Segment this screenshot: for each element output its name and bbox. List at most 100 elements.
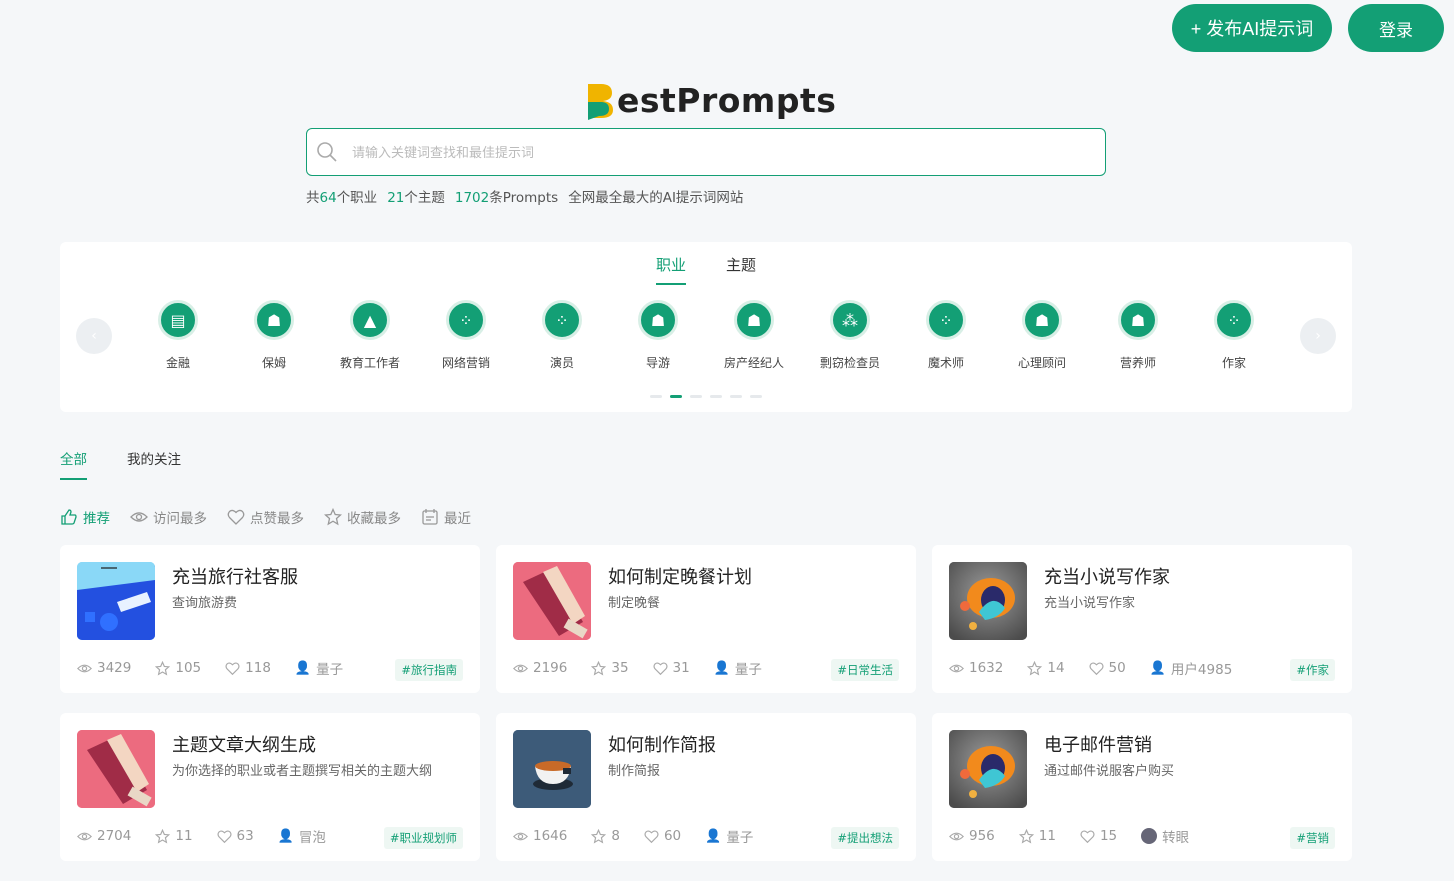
card-description: 制作简报 <box>608 764 661 779</box>
card-tag[interactable]: #旅行指南 <box>395 659 463 681</box>
views-stat: 3429 <box>77 660 131 676</box>
pagination-dot[interactable] <box>750 395 762 398</box>
pagination-dot[interactable] <box>690 395 702 398</box>
job-label: 金融 <box>165 356 190 370</box>
stars-stat[interactable]: 35 <box>591 660 629 676</box>
sort-most-visited[interactable]: 访问最多 <box>130 507 207 527</box>
stars-stat[interactable]: 105 <box>155 660 201 676</box>
site-stats: 共64个职业 21个主题 1702条Prompts 全网最全最大的AI提示词网站 <box>306 186 743 206</box>
card-tag[interactable]: #日常生活 <box>831 659 899 681</box>
thumbs-up-icon <box>61 509 77 525</box>
author-name: 用户4985 <box>1170 662 1233 678</box>
star-icon <box>591 828 607 844</box>
likes-stat[interactable]: 118 <box>225 660 271 676</box>
card-thumbnail <box>513 730 591 808</box>
stat-jobs-count: 64 <box>319 190 337 206</box>
job-item-magician[interactable]: ⁘ 魔术师 <box>898 300 994 371</box>
likes-stat[interactable]: 60 <box>644 828 681 844</box>
stars-stat[interactable]: 11 <box>1018 828 1056 844</box>
prompt-card[interactable]: 电子邮件营销 通过邮件说服客户购买 956 11 15 转眼 #营销 <box>932 713 1352 861</box>
job-label: 心理顾问 <box>1017 356 1066 370</box>
heart-icon <box>217 829 232 843</box>
stat-prompts-suffix: 条Prompts <box>489 190 559 206</box>
job-item-actor[interactable]: ⁘ 演员 <box>514 300 610 371</box>
card-title[interactable]: 主题文章大纲生成 <box>172 731 316 757</box>
card-tag[interactable]: #职业规划师 <box>383 827 463 849</box>
user-icon: 👤 <box>1149 660 1166 676</box>
job-item-nutritionist[interactable]: ☗ 营养师 <box>1090 300 1186 371</box>
likes-stat[interactable]: 31 <box>653 660 690 676</box>
author[interactable]: 👤 冒泡 <box>278 826 326 847</box>
sort-recommended[interactable]: 推荐 <box>60 507 110 527</box>
prompt-card[interactable]: 如何制定晚餐计划 制定晚餐 2196 35 31 👤 量子 #日常生活 <box>496 545 916 693</box>
job-item-educator[interactable]: ▲ 教育工作者 <box>322 300 418 371</box>
job-label: 导游 <box>645 356 670 370</box>
pagination-dot[interactable] <box>710 395 722 398</box>
eye-icon <box>77 664 92 672</box>
card-tag[interactable]: #提出想法 <box>831 827 899 849</box>
likes-stat[interactable]: 63 <box>217 828 254 844</box>
job-item-writer[interactable]: ⁘ 作家 <box>1186 300 1282 371</box>
pagination-dot[interactable] <box>650 395 662 398</box>
card-title[interactable]: 如何制定晚餐计划 <box>608 563 752 589</box>
job-item-online-marketing[interactable]: ⁘ 网络营销 <box>418 300 514 371</box>
stars-stat[interactable]: 14 <box>1027 660 1065 676</box>
likes-stat[interactable]: 15 <box>1080 828 1117 844</box>
job-item-finance[interactable]: ▤ 金融 <box>130 300 226 371</box>
tab-jobs[interactable]: 职业 <box>655 254 686 285</box>
views-stat: 2704 <box>77 828 131 844</box>
prompt-card[interactable]: 充当小说写作家 充当小说写作家 1632 14 50 👤 用户4985 #作家 <box>932 545 1352 693</box>
heart-icon <box>227 509 245 525</box>
card-title[interactable]: 电子邮件营销 <box>1044 731 1152 757</box>
stat-jobs: 共64个职业 <box>306 186 377 206</box>
sort-most-favorited[interactable]: 收藏最多 <box>324 507 401 527</box>
sort-options: 推荐 访问最多 点赞最多 收藏最多 最近 <box>60 507 471 527</box>
author[interactable]: 👤 用户4985 <box>1149 658 1233 679</box>
likes-stat[interactable]: 50 <box>1089 660 1126 676</box>
tab-topics[interactable]: 主题 <box>726 254 756 285</box>
dots-icon: ⁘ <box>1214 300 1254 340</box>
tab-my-follows[interactable]: 我的关注 <box>127 448 181 480</box>
publish-prompt-button[interactable]: + 发布AI提示词 <box>1172 4 1332 52</box>
job-item-tour-guide[interactable]: ☗ 导游 <box>610 300 706 371</box>
job-item-real-estate-agent[interactable]: ☗ 房产经纪人 <box>706 300 802 371</box>
login-button[interactable]: 登录 <box>1348 4 1444 52</box>
author[interactable]: 👤 量子 <box>714 658 762 679</box>
stat-prompts: 1702条Prompts <box>455 186 558 206</box>
carousel-prev-button[interactable]: ‹ <box>76 318 112 354</box>
search-input[interactable] <box>352 144 1105 160</box>
card-title[interactable]: 充当小说写作家 <box>1044 563 1170 589</box>
prompt-card[interactable]: 充当旅行社客服 查询旅游费 3429 105 118 👤 量子 #旅行指南 <box>60 545 480 693</box>
logo-text: estPrompts <box>617 80 837 120</box>
job-label: 剽窃检查员 <box>819 356 880 370</box>
job-item-nanny[interactable]: ☗ 保姆 <box>226 300 322 371</box>
job-item-plagiarism-checker[interactable]: ⁂ 剽窃检查员 <box>802 300 898 371</box>
sort-recent[interactable]: 最近 <box>421 507 471 527</box>
author[interactable]: 👤 量子 <box>705 826 753 847</box>
views-count: 1646 <box>533 828 568 844</box>
card-tag[interactable]: #作家 <box>1290 659 1335 681</box>
tab-all[interactable]: 全部 <box>60 448 87 480</box>
author[interactable]: 👤 量子 <box>295 658 343 679</box>
author-name: 冒泡 <box>298 830 326 846</box>
card-title[interactable]: 充当旅行社客服 <box>172 563 298 589</box>
card-tag[interactable]: #营销 <box>1290 827 1335 849</box>
author-name: 转眼 <box>1162 830 1190 846</box>
sort-most-liked[interactable]: 点赞最多 <box>227 507 304 527</box>
stars-stat[interactable]: 8 <box>591 828 620 844</box>
dots-icon: ⁘ <box>446 300 486 340</box>
pagination-dot[interactable] <box>730 395 742 398</box>
stars-stat[interactable]: 11 <box>155 828 193 844</box>
carousel-next-button[interactable]: › <box>1300 318 1336 354</box>
card-title[interactable]: 如何制作简报 <box>608 731 716 757</box>
prompt-card[interactable]: 如何制作简报 制作简报 1646 8 60 👤 量子 #提出想法 <box>496 713 916 861</box>
author[interactable]: 转眼 <box>1141 826 1189 846</box>
logo[interactable]: estPrompts <box>585 80 836 120</box>
hand-person-icon: ☗ <box>1118 300 1158 340</box>
search-box <box>306 128 1106 176</box>
hand-person-icon: ☗ <box>734 300 774 340</box>
job-item-counselor[interactable]: ☗ 心理顾问 <box>994 300 1090 371</box>
dots-icon: ⁘ <box>542 300 582 340</box>
pagination-dot-active[interactable] <box>670 395 682 398</box>
prompt-card[interactable]: 主题文章大纲生成 为你选择的职业或者主题撰写相关的主题大纲 2704 11 63… <box>60 713 480 861</box>
